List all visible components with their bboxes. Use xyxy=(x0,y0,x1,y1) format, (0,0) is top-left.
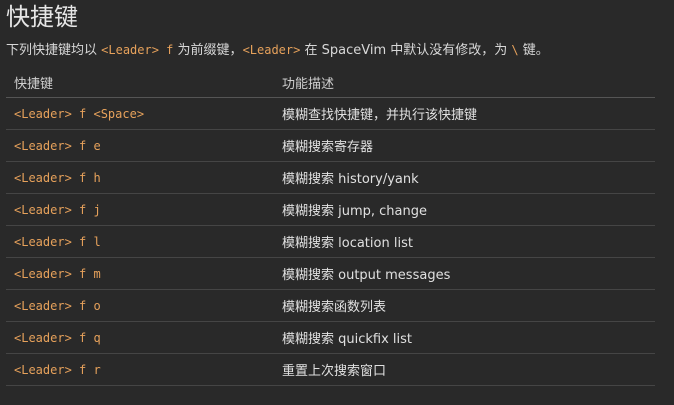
table-row: <Leader> f q 模糊搜索 quickfix list xyxy=(6,321,655,354)
table-row: <Leader> f r 重置上次搜索窗口 xyxy=(6,353,655,386)
table-row: <Leader> f j 模糊搜索 jump, change xyxy=(6,193,655,226)
page: 快捷键 下列快捷键均以 <Leader> f 为前缀键，<Leader> 在 S… xyxy=(0,0,674,405)
shortcut-description: 模糊搜索函数列表 xyxy=(274,289,655,322)
table-row: <Leader> f e 模糊搜索寄存器 xyxy=(6,129,655,162)
shortcut-key: <Leader> f r xyxy=(6,353,274,386)
table-row: <Leader> f h 模糊搜索 history/yank xyxy=(6,161,655,194)
shortcut-key: <Leader> f e xyxy=(6,129,274,162)
shortcut-key: <Leader> f <Space> xyxy=(6,97,274,130)
shortcut-description: 模糊搜索寄存器 xyxy=(274,129,655,162)
intro-text-4: 键。 xyxy=(522,43,549,58)
intro-text-2: 为前缀键， xyxy=(177,43,243,58)
shortcut-description: 模糊搜索 jump, change xyxy=(274,193,655,226)
header-shortcut: 快捷键 xyxy=(6,67,274,98)
page-title: 快捷键 xyxy=(6,3,78,31)
shortcut-key: <Leader> f q xyxy=(6,321,274,354)
intro-code-backslash: \ xyxy=(511,43,519,57)
intro-code-leader: <Leader> xyxy=(242,43,301,57)
table-row: <Leader> f o 模糊搜索函数列表 xyxy=(6,289,655,322)
intro-text-3: 在 SpaceVim 中默认没有修改，为 xyxy=(304,43,508,58)
intro-code-prefix: <Leader> f xyxy=(101,43,174,57)
intro-paragraph: 下列快捷键均以 <Leader> f 为前缀键，<Leader> 在 Space… xyxy=(6,40,668,61)
shortcut-key: <Leader> f h xyxy=(6,161,274,194)
shortcut-description: 模糊搜索 quickfix list xyxy=(274,321,655,354)
shortcut-table: 快捷键 功能描述 <Leader> f <Space> 模糊查找快捷键，并执行该… xyxy=(6,67,655,386)
shortcut-key: <Leader> f j xyxy=(6,193,274,226)
shortcut-key: <Leader> f l xyxy=(6,225,274,258)
shortcut-description: 模糊查找快捷键，并执行该快捷键 xyxy=(274,97,655,130)
intro-text-1: 下列快捷键均以 xyxy=(6,43,98,58)
table-header-row: 快捷键 功能描述 xyxy=(6,67,655,98)
shortcut-description: 模糊搜索 output messages xyxy=(274,257,655,290)
header-description: 功能描述 xyxy=(274,67,655,98)
shortcut-description: 模糊搜索 history/yank xyxy=(274,161,655,194)
table-row: <Leader> f <Space> 模糊查找快捷键，并执行该快捷键 xyxy=(6,97,655,130)
shortcut-key: <Leader> f o xyxy=(6,289,274,322)
shortcut-description: 模糊搜索 location list xyxy=(274,225,655,258)
table-row: <Leader> f m 模糊搜索 output messages xyxy=(6,257,655,290)
shortcut-key: <Leader> f m xyxy=(6,257,274,290)
table-row: <Leader> f l 模糊搜索 location list xyxy=(6,225,655,258)
shortcut-description: 重置上次搜索窗口 xyxy=(274,353,655,386)
